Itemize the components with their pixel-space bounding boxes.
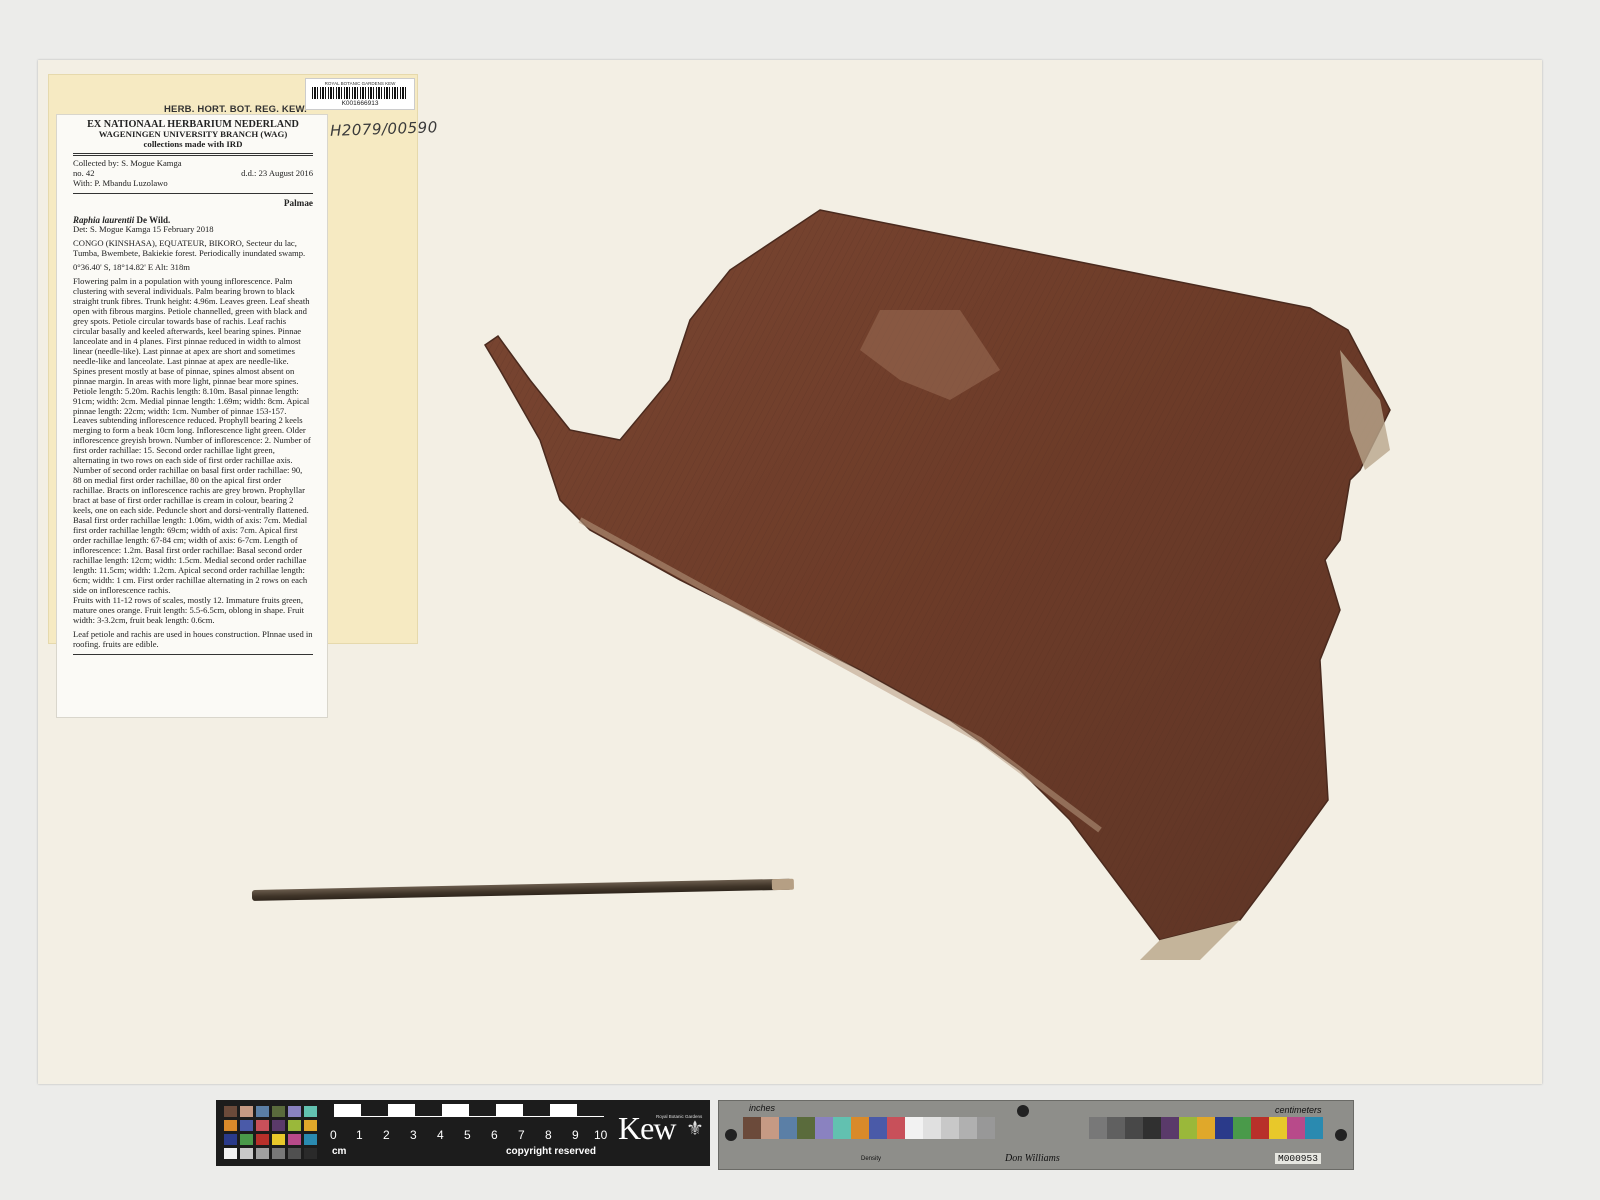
ruler-number: 2	[383, 1128, 390, 1142]
ruler-number: 0	[330, 1128, 337, 1142]
label-divider-3	[73, 653, 313, 655]
centimeters-label: centimeters	[1275, 1105, 1322, 1115]
specimen-label: EX NATIONAAL HERBARIUM NEDERLAND WAGENIN…	[56, 114, 328, 718]
barcode-bars	[312, 87, 408, 99]
ruler-unit: cm	[332, 1146, 347, 1157]
ruler-number: 8	[545, 1128, 552, 1142]
color-patches-left	[743, 1117, 995, 1139]
color-patches-right	[1089, 1117, 1323, 1139]
card-hole-icon	[725, 1129, 737, 1141]
determination: Det: S. Mogue Kamga 15 February 2018	[73, 224, 214, 235]
mini-color-checker	[224, 1106, 317, 1159]
coordinates: 0°36.40' S, 18°14.82' E Alt: 318m	[73, 261, 190, 272]
card-signature: Don Williams	[1005, 1153, 1060, 1164]
ruler-number: 3	[410, 1128, 417, 1142]
copyright-notice: copyright reserved	[506, 1146, 597, 1157]
card-code: M000953	[1275, 1153, 1321, 1164]
cm-ruler	[334, 1104, 606, 1126]
inches-label: inches	[749, 1103, 776, 1113]
ruler-number: 5	[464, 1128, 471, 1142]
specimen-barcode: ROYAL BOTANIC GARDENS KEW K001666913	[305, 78, 415, 110]
description-leaves: Flowering palm in a population with youn…	[73, 275, 310, 416]
ruler-number: 10	[594, 1128, 608, 1142]
family-name: Palmae	[283, 197, 313, 208]
card-hole-icon	[1335, 1129, 1347, 1141]
ruler-number: 6	[491, 1128, 498, 1142]
label-divider-2	[73, 192, 313, 194]
description-inflorescence: Leaves subtending inflorescence reduced.…	[73, 415, 311, 595]
density-label: Density	[861, 1156, 882, 1162]
crest-icon: ⚜	[686, 1118, 704, 1140]
institution-line-3: collections made with IRD	[143, 138, 243, 149]
collection-date: d.d.: 23 August 2016	[241, 167, 313, 178]
ruler-number: 1	[356, 1128, 363, 1142]
color-calibration-card: inches centimeters Density Don Williams …	[718, 1100, 1354, 1170]
description-uses: Leaf petiole and rachis are used in houe…	[73, 628, 313, 649]
ruler-number: 7	[518, 1128, 525, 1142]
locality: CONGO (KINSHASA), EQUATEUR, BIKORO, Sect…	[73, 238, 306, 258]
handwritten-accession: H2079/00590	[329, 118, 439, 140]
label-divider	[73, 153, 313, 157]
ruler-number: 9	[572, 1128, 579, 1142]
card-hole-icon	[1017, 1105, 1029, 1117]
palm-leaf-specimen	[483, 209, 1391, 960]
barcode-org: ROYAL BOTANIC GARDENS KEW	[324, 81, 396, 86]
ruler-number: 4	[437, 1128, 444, 1142]
description-fruits: Fruits with 11-12 rows of scales, mostly…	[73, 594, 305, 625]
kew-scale-bar: 0 1 2 3 4 5 6 7 8 9 10 cm copyright rese…	[216, 1100, 710, 1166]
co-collector: With: P. Mbandu Luzolawo	[73, 177, 168, 188]
barcode-number: K001666913	[341, 100, 379, 107]
